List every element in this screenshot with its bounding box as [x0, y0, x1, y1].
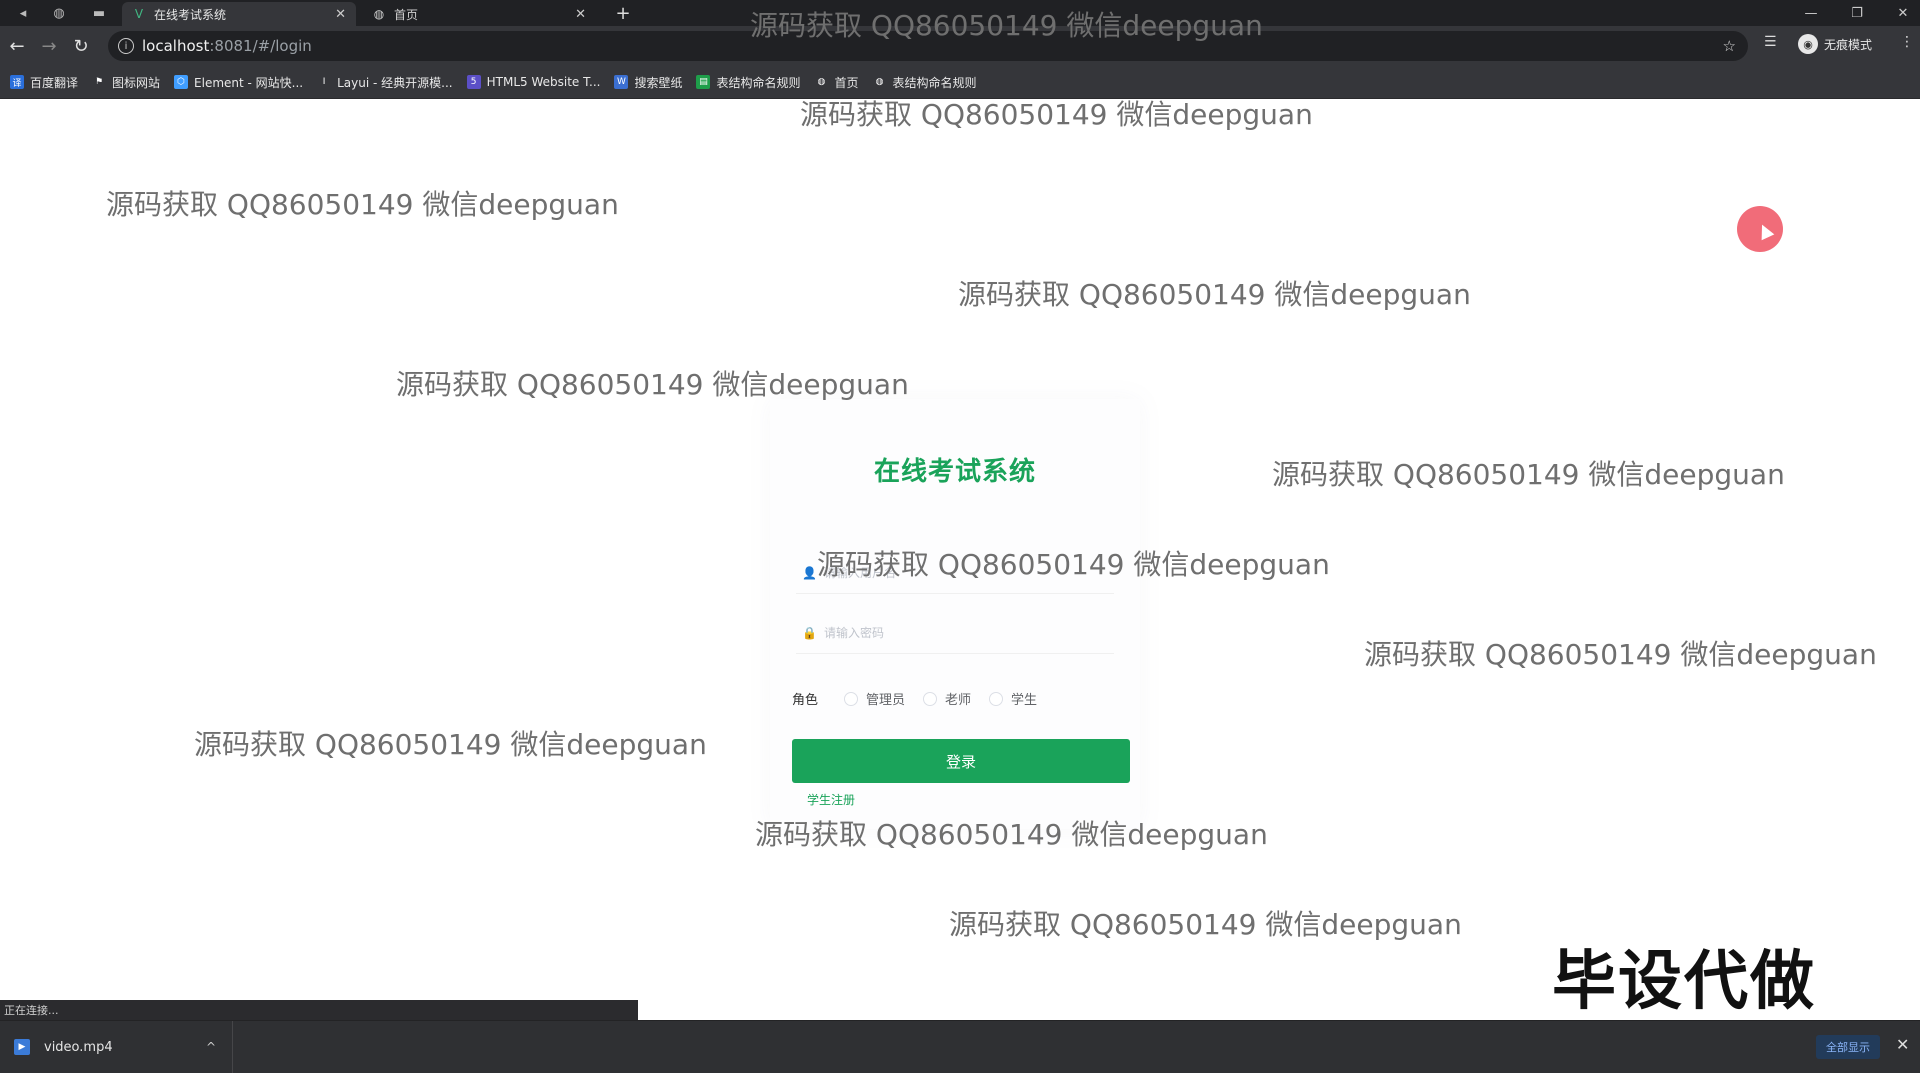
- tab-home[interactable]: ◍ 首页 ✕: [362, 2, 596, 26]
- incognito-indicator[interactable]: ◉ 无痕模式: [1798, 34, 1872, 54]
- element-icon: ⬡: [174, 75, 189, 89]
- sheet-icon: ▤: [696, 75, 711, 89]
- globe-icon[interactable]: ◍: [44, 0, 74, 26]
- download-file-name: video.mp4: [44, 1039, 113, 1055]
- watermark-text: 源码获取 QQ86050149 微信deepguan: [800, 98, 1313, 131]
- info-icon[interactable]: i: [118, 38, 134, 54]
- speaker-icon[interactable]: ◂: [8, 0, 38, 26]
- bookmark-label: Layui - 经典开源模...: [337, 75, 453, 90]
- radio-label: 管理员: [866, 693, 906, 708]
- status-bar: 正在连接...: [0, 1000, 638, 1020]
- radio-dot: [844, 691, 859, 706]
- incognito-icon: ◉: [1798, 34, 1818, 54]
- role-label: 角色: [792, 693, 819, 708]
- bookmark-label: 百度翻译: [30, 75, 79, 90]
- bookmark-item[interactable]: 译 百度翻译: [10, 74, 78, 91]
- role-selector: 角色 管理员 老师 学生: [792, 689, 1055, 708]
- login-button[interactable]: 登录: [792, 739, 1130, 783]
- vue-logo-icon: V: [134, 7, 144, 21]
- download-shelf: ▶ video.mp4 ^ 全部显示 ✕: [0, 1020, 1920, 1073]
- radio-label: 老师: [945, 693, 972, 708]
- globe-icon: ◍: [373, 7, 385, 21]
- menu-icon[interactable]: ⋮: [1900, 34, 1914, 50]
- star-icon[interactable]: ☆: [1723, 37, 1736, 55]
- login-title: 在线考试系统: [873, 457, 1036, 487]
- bookmark-item[interactable]: ⬡ Element - 网站快...: [174, 74, 303, 91]
- bookmark-label: 搜索壁纸: [634, 75, 683, 90]
- wallpaper-icon: W: [614, 75, 629, 89]
- role-radio-admin[interactable]: 管理员: [844, 689, 905, 708]
- restore-button[interactable]: ❐: [1834, 0, 1880, 26]
- bookmark-item[interactable]: ◍ 表结构命名规则: [873, 74, 977, 91]
- close-icon[interactable]: ✕: [335, 7, 346, 22]
- watermark-text: 源码获取 QQ86050149 微信deepguan: [949, 908, 1462, 941]
- overlay-title: 毕设代做: [1552, 945, 1816, 1019]
- bookmark-label: 表结构命名规则: [892, 75, 977, 90]
- watermark-text: 源码获取 QQ86050149 微信deepguan: [1272, 458, 1785, 491]
- bookmark-item[interactable]: ▤ 表结构命名规则: [696, 74, 800, 91]
- profile-label: 无痕模式: [1824, 37, 1873, 52]
- watermark-text: 源码获取 QQ86050149 微信deepguan: [106, 188, 619, 221]
- new-tab-button[interactable]: +: [612, 2, 634, 24]
- password-field: 🔒: [796, 613, 1114, 654]
- watermark-text: 源码获取 QQ86050149 微信deepguan: [958, 278, 1471, 311]
- lock-icon: 🔒: [802, 626, 817, 640]
- watermark-text: 源码获取 QQ86050149 微信deepguan: [755, 818, 1268, 851]
- bookmark-label: HTML5 Website T...: [486, 75, 601, 89]
- bookmark-label: Element - 网站快...: [194, 75, 304, 90]
- tab-title: 首页: [394, 7, 419, 22]
- login-form: 在线考试系统 👤 🔒 角色 管理员 老师 学生 登录 学生注册: [770, 399, 1140, 829]
- reading-list-icon[interactable]: ☰: [1764, 34, 1777, 50]
- password-input[interactable]: [822, 625, 1086, 641]
- watermark-text: 源码获取 QQ86050149 微信deepguan: [194, 728, 707, 761]
- bookmark-label: 图标网站: [112, 75, 161, 90]
- watermark-text: 源码获取 QQ86050149 微信deepguan: [750, 9, 1263, 42]
- minimize-button[interactable]: —: [1788, 0, 1834, 26]
- video-file-icon: ▶: [14, 1039, 30, 1055]
- close-icon[interactable]: ✕: [1896, 1035, 1909, 1054]
- watermark-text: 源码获取 QQ86050149 微信deepguan: [1364, 638, 1877, 671]
- close-icon[interactable]: ✕: [575, 7, 586, 22]
- chevron-up-icon[interactable]: ^: [206, 1040, 216, 1054]
- radio-dot: [989, 691, 1004, 706]
- flag-icon: ⚑: [94, 77, 104, 87]
- close-window-button[interactable]: ✕: [1880, 0, 1920, 26]
- bookmark-item[interactable]: ⚑ 图标网站: [92, 74, 160, 91]
- bookmark-item[interactable]: 5 HTML5 Website T...: [466, 75, 601, 89]
- radio-dot: [923, 691, 938, 706]
- reload-button[interactable]: ↻: [70, 35, 92, 57]
- tab-login[interactable]: V 在线考试系统 ✕: [122, 2, 356, 26]
- bookmark-item[interactable]: W 搜索壁纸: [614, 74, 682, 91]
- watermark-text: 源码获取 QQ86050149 微信deepguan: [817, 548, 1330, 581]
- bookmark-item[interactable]: Ⅰ Layui - 经典开源模...: [317, 74, 453, 91]
- window-icon[interactable]: ▬: [84, 0, 114, 26]
- translate-icon: 译: [10, 75, 24, 89]
- bookmark-label: 首页: [834, 75, 859, 90]
- register-link[interactable]: 学生注册: [807, 791, 855, 808]
- radio-label: 学生: [1011, 693, 1038, 708]
- show-all-button[interactable]: 全部显示: [1816, 1035, 1880, 1059]
- url-path: :8081/#/login: [209, 37, 312, 55]
- download-item[interactable]: ▶ video.mp4 ^: [0, 1021, 233, 1073]
- globe-icon: ◍: [817, 77, 826, 87]
- tab-title: 在线考试系统: [154, 7, 227, 22]
- layui-icon: Ⅰ: [322, 77, 326, 87]
- watermark-text: 源码获取 QQ86050149 微信deepguan: [396, 368, 909, 401]
- bookmark-item[interactable]: ◍ 首页: [814, 74, 859, 91]
- html5-icon: 5: [466, 75, 481, 89]
- globe-icon: ◍: [875, 77, 884, 87]
- role-radio-teacher[interactable]: 老师: [923, 689, 971, 708]
- back-button[interactable]: ←: [6, 35, 28, 57]
- bookmark-label: 表结构命名规则: [716, 75, 801, 90]
- role-radio-student[interactable]: 学生: [989, 689, 1037, 708]
- url-host: localhost: [142, 37, 210, 55]
- forward-button[interactable]: →: [38, 35, 60, 57]
- user-icon: 👤: [802, 566, 817, 580]
